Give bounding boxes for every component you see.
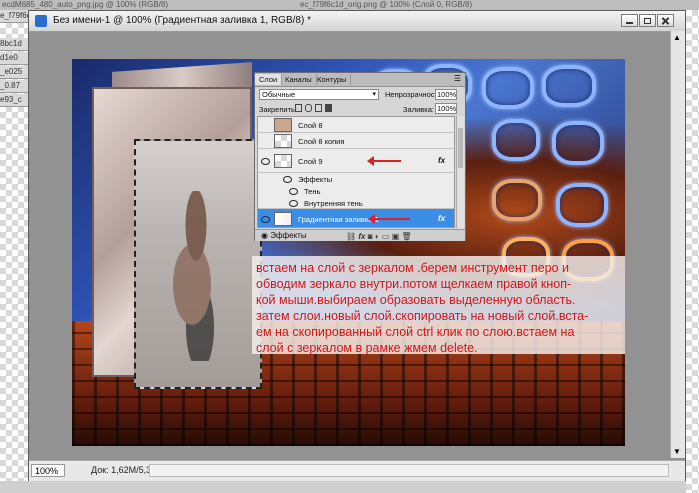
side-tab[interactable]: e_f79f6c1d_orig.	[0, 10, 28, 23]
background-window-right[interactable]	[686, 10, 699, 493]
lock-all-icon[interactable]	[325, 104, 332, 112]
side-tab[interactable]: d1e0	[0, 52, 28, 65]
ornate-frame	[92, 87, 262, 389]
bubble-shape	[492, 119, 540, 161]
background-window-title-2: ec_f79f6c1d_orig.png @ 100% (Слой 0, RGB…	[300, 0, 473, 9]
minimize-button[interactable]	[621, 14, 638, 27]
visibility-eye-icon[interactable]	[288, 199, 298, 207]
effects-sub-row[interactable]: ◉ Эффекты	[261, 231, 307, 240]
effects-label: Эффекты	[298, 175, 333, 184]
close-icon	[661, 20, 668, 22]
tutorial-line: слой с зеркалом в рамке жмем delete.	[256, 341, 478, 355]
panel-bottom-icons: ⛓ fx ◙ ◐ ▭ ▣ 🗑	[346, 232, 456, 241]
red-arrow-annotation	[367, 156, 401, 166]
link-layers-icon[interactable]: ⛓	[346, 232, 356, 241]
visibility-eye-icon[interactable]: ◉	[261, 231, 268, 240]
lock-transparency-icon[interactable]	[295, 104, 302, 112]
panel-tabs: Слои Каналы Контуры ☰	[255, 73, 465, 87]
side-tab[interactable]: _0.87	[0, 80, 28, 93]
fx-badge[interactable]: fx	[438, 156, 445, 165]
maximize-icon	[644, 18, 651, 24]
bubble-shape	[556, 183, 608, 227]
layer-row[interactable]: Слой 8	[258, 117, 454, 133]
layer-name: Слой 8 копия	[298, 137, 345, 146]
red-arrow-annotation	[368, 214, 410, 224]
layer-list[interactable]: Слой 8 Слой 8 копия Слой 9 fx Эффекты Те…	[257, 116, 455, 228]
bubble-shape	[482, 67, 534, 109]
status-bar: 100% Док: 1,62М/5,35М	[29, 460, 685, 481]
minimize-icon	[626, 22, 633, 24]
zoom-field[interactable]: 100%	[31, 464, 65, 477]
tutorial-line: кой мыши.выбираем образовать выделенную …	[256, 293, 576, 307]
tutorial-text-box: встаем на слой с зеркалом .берем инструм…	[252, 256, 625, 356]
horizontal-scrollbar[interactable]	[149, 464, 669, 477]
layer-name: Слой 8	[298, 121, 323, 130]
layer-row-selected[interactable]: Градиентная заливка 1 fx	[258, 209, 454, 227]
mirror-selection	[134, 139, 262, 389]
effect-row[interactable]: Внутренняя тень	[258, 197, 454, 209]
lock-label: Закрепить:	[259, 105, 298, 114]
layer-name: Градиентная заливка 1	[298, 215, 379, 224]
background-window-left[interactable]: e_f79f6c1d_orig. 8bc1d d1e0 _e025 _0.87 …	[0, 10, 28, 493]
tutorial-line: встаем на слой с зеркалом .берем инструм…	[256, 261, 570, 275]
layer-row[interactable]: Слой 9 fx	[258, 149, 454, 173]
document-titlebar[interactable]: Без имени-1 @ 100% (Градиентная заливка …	[29, 11, 685, 32]
layer-thumbnail	[274, 212, 292, 226]
vertical-scrollbar[interactable]: ▲ ▼	[670, 31, 685, 458]
new-layer-icon[interactable]: ▣	[392, 232, 400, 241]
visibility-eye-icon[interactable]	[288, 187, 298, 195]
scroll-down-icon[interactable]: ▼	[673, 447, 681, 456]
side-tab[interactable]: 8bc1d	[0, 38, 28, 51]
tutorial-line: затем слои.новый слой.скопировать на нов…	[256, 309, 589, 323]
add-style-button[interactable]: fx	[358, 232, 365, 241]
mask-icon[interactable]: ◙	[368, 232, 373, 241]
lock-pixels-icon[interactable]	[305, 104, 312, 112]
layer-list-scrollbar[interactable]	[456, 116, 464, 228]
bubble-shape	[542, 65, 596, 107]
maximize-button[interactable]	[639, 14, 656, 27]
effects-label: Эффекты	[270, 231, 307, 240]
side-tab[interactable]: _e025	[0, 66, 28, 79]
fx-badge[interactable]: fx	[438, 214, 445, 223]
effect-name: Внутренняя тень	[304, 199, 363, 208]
scroll-thumb[interactable]	[458, 128, 463, 168]
woman-figure	[156, 191, 236, 361]
visibility-eye-icon[interactable]	[260, 157, 270, 165]
photoshop-icon	[35, 15, 47, 27]
layer-thumbnail	[274, 118, 292, 132]
tab-layers[interactable]: Слои	[255, 74, 283, 85]
fill-field[interactable]: 100%	[435, 103, 457, 114]
blend-mode-select[interactable]: Обычные	[259, 89, 379, 100]
layer-thumbnail	[274, 154, 292, 168]
effect-name: Тень	[304, 187, 321, 196]
visibility-eye-icon[interactable]	[282, 175, 292, 183]
background-window-title: ecdM685_480_auto_png.jpg @ 100% (RGB/8)	[2, 0, 169, 9]
adjustment-icon[interactable]: ◐	[375, 232, 380, 241]
tutorial-line: обводим зеркало внутри.потом щелкаем пра…	[256, 277, 572, 291]
tab-paths[interactable]: Контуры	[313, 74, 352, 85]
layer-thumbnail	[274, 134, 292, 148]
tutorial-line: ем на скопированный слой ctrl клик по сл…	[256, 325, 575, 339]
effects-row[interactable]: Эффекты	[258, 173, 454, 185]
bubble-shape	[492, 179, 542, 221]
tab-channels[interactable]: Каналы	[281, 74, 317, 85]
tutorial-text: встаем на слой с зеркалом .берем инструм…	[256, 260, 624, 356]
layer-row[interactable]: Слой 8 копия	[258, 133, 454, 149]
side-tab[interactable]: e93_c	[0, 94, 28, 107]
effect-row[interactable]: Тень	[258, 185, 454, 197]
scroll-up-icon[interactable]: ▲	[673, 33, 681, 42]
layer-name: Слой 9	[298, 157, 323, 166]
opacity-field[interactable]: 100%	[435, 89, 457, 100]
layers-panel[interactable]: Слои Каналы Контуры ☰ Обычные Непрозрачн…	[254, 72, 466, 241]
panel-menu-icon[interactable]: ☰	[454, 74, 461, 83]
trash-icon[interactable]: 🗑	[402, 232, 412, 241]
folder-icon[interactable]: ▭	[382, 232, 390, 241]
close-button[interactable]	[657, 14, 674, 27]
fill-label: Заливка:	[403, 105, 434, 114]
lock-position-icon[interactable]	[315, 104, 322, 112]
bubble-shape	[552, 121, 604, 165]
background-window-bottom	[0, 481, 686, 493]
visibility-eye-icon[interactable]	[260, 215, 270, 223]
document-title: Без имени-1 @ 100% (Градиентная заливка …	[53, 15, 311, 26]
